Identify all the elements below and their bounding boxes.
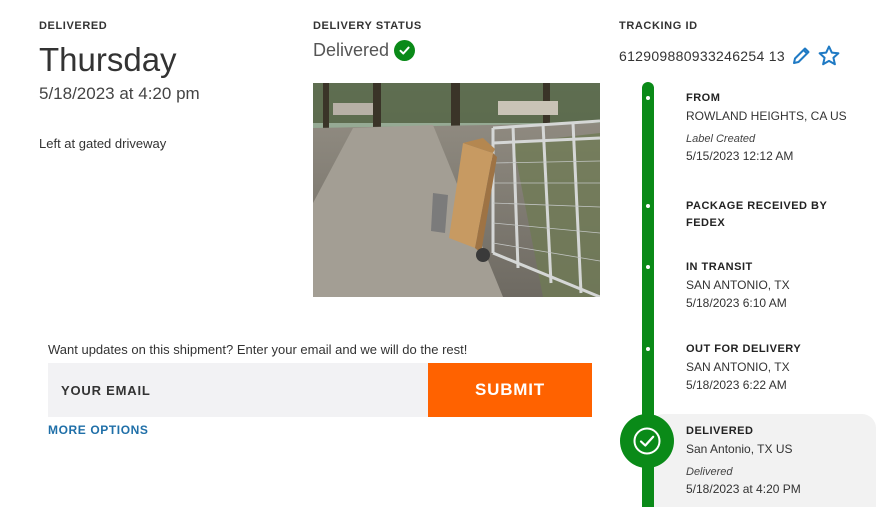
step-title: OUT FOR DELIVERY bbox=[686, 343, 802, 355]
timeline-step-out-for-delivery: OUT FOR DELIVERY SAN ANTONIO, TX 5/18/20… bbox=[686, 341, 871, 394]
status-text: Delivered bbox=[313, 40, 390, 60]
delivered-section: DELIVERED Thursday 5/18/2023 at 4:20 pm … bbox=[39, 20, 289, 151]
delivery-day: Thursday bbox=[39, 41, 177, 78]
delivery-datetime: 5/18/2023 at 4:20 pm bbox=[39, 84, 200, 103]
step-substatus: Label Created bbox=[686, 133, 756, 145]
timeline-dot bbox=[646, 204, 650, 208]
timeline-step-received: PACKAGE RECEIVED BY FEDEX bbox=[686, 198, 871, 232]
delivery-status-heading: DELIVERY STATUS bbox=[313, 20, 422, 32]
timeline-step-from: FROM ROWLAND HEIGHTS, CA US Label Create… bbox=[686, 90, 871, 165]
step-title: FROM bbox=[686, 92, 721, 104]
delivery-photo[interactable] bbox=[313, 83, 600, 297]
tracking-id-row: 612909880933246254 13 bbox=[619, 44, 874, 68]
step-location: San Antonio, TX US bbox=[686, 442, 793, 456]
pencil-icon[interactable] bbox=[789, 44, 813, 68]
step-location: SAN ANTONIO, TX bbox=[686, 360, 790, 374]
step-date: 5/15/2023 12:12 AM bbox=[686, 149, 794, 163]
step-substatus: Delivered bbox=[686, 466, 733, 478]
delivery-note: Left at gated driveway bbox=[39, 136, 167, 151]
timeline-step-delivered: DELIVERED San Antonio, TX US Delivered 5… bbox=[686, 423, 871, 498]
status-row: Delivered bbox=[313, 40, 603, 61]
step-title: PACKAGE RECEIVED BY bbox=[686, 200, 828, 212]
step-location: ROWLAND HEIGHTS, CA US bbox=[686, 109, 847, 123]
delivered-heading: DELIVERED bbox=[39, 20, 108, 32]
step-date: 5/18/2023 6:22 AM bbox=[686, 378, 787, 392]
step-title: FEDEX bbox=[686, 217, 726, 229]
submit-button[interactable]: SUBMIT bbox=[428, 363, 592, 417]
step-date: 5/18/2023 6:10 AM bbox=[686, 296, 787, 310]
star-outline-icon[interactable] bbox=[817, 44, 841, 68]
timeline-dot bbox=[646, 96, 650, 100]
delivery-status-section: DELIVERY STATUS Delivered bbox=[313, 20, 603, 61]
step-title: DELIVERED bbox=[686, 425, 754, 437]
timeline-step-in-transit: IN TRANSIT SAN ANTONIO, TX 5/18/2023 6:1… bbox=[686, 259, 871, 312]
timeline-dot bbox=[646, 347, 650, 351]
tracking-id-number: 612909880933246254 13 bbox=[619, 48, 785, 64]
tracking-id-heading: TRACKING ID bbox=[619, 20, 698, 32]
more-options-link[interactable]: MORE OPTIONS bbox=[48, 423, 149, 437]
email-field[interactable] bbox=[48, 363, 428, 417]
step-date: 5/18/2023 at 4:20 PM bbox=[686, 482, 801, 496]
email-prompt: Want updates on this shipment? Enter you… bbox=[48, 342, 468, 357]
step-location: SAN ANTONIO, TX bbox=[686, 278, 790, 292]
tracking-section: TRACKING ID 612909880933246254 13 bbox=[619, 20, 874, 68]
step-title: IN TRANSIT bbox=[686, 261, 753, 273]
timeline-dot bbox=[646, 265, 650, 269]
delivery-photo-image bbox=[313, 83, 600, 297]
check-circle-icon bbox=[620, 414, 674, 468]
check-circle-icon bbox=[394, 40, 416, 61]
